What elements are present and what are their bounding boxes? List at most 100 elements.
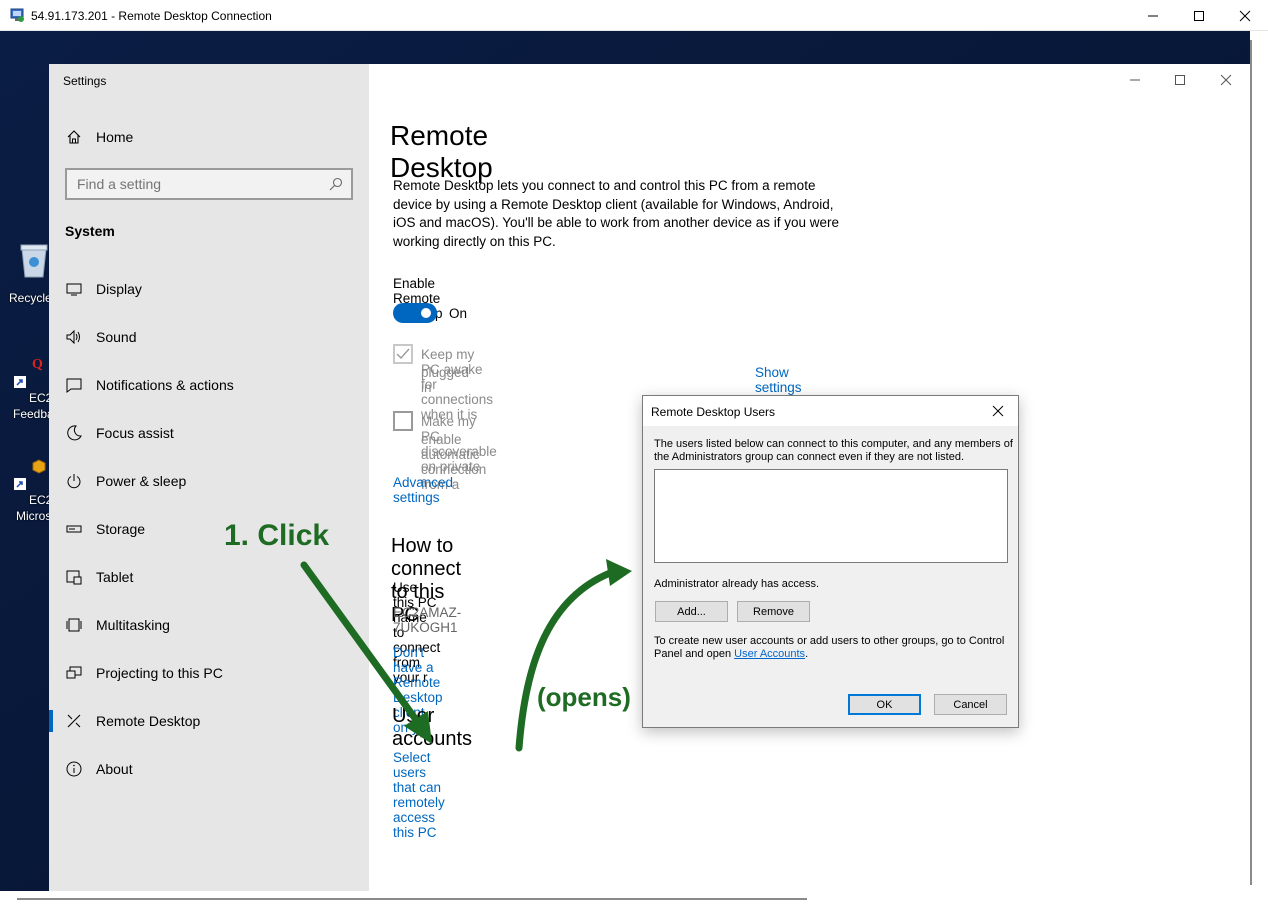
storage-icon — [65, 520, 83, 538]
rdp-horizontal-scroll-thumb[interactable] — [17, 898, 807, 900]
sidebar-item-projecting[interactable]: Projecting to this PC — [49, 653, 369, 693]
sidebar-item-remote-desktop[interactable]: Remote Desktop — [49, 701, 369, 741]
rdp-maximize-button[interactable] — [1176, 0, 1222, 31]
add-user-button[interactable]: Add... — [655, 601, 728, 622]
focus-assist-icon — [65, 424, 83, 442]
sidebar-item-label: Multitasking — [96, 617, 170, 633]
remote-desktop-users-dialog: Remote Desktop Users The users listed be… — [642, 395, 1019, 728]
settings-app-title: Settings — [63, 74, 107, 88]
create-accounts-text: To create new user accounts or add users… — [654, 635, 1005, 647]
cancel-button[interactable]: Cancel — [934, 694, 1007, 715]
rdp-minimize-button[interactable] — [1130, 0, 1176, 31]
create-accounts-text-line2: Panel and open User Accounts. — [654, 648, 808, 661]
page-title: Remote Desktop — [390, 120, 493, 183]
maximize-icon — [1175, 75, 1185, 85]
remote-desktop-description: Remote Desktop lets you connect to and c… — [393, 178, 840, 249]
dialog-description: The users listed below can connect to th… — [654, 438, 1013, 450]
remote-desktop-icon — [65, 712, 83, 730]
sidebar-item-label: Power & sleep — [96, 473, 187, 489]
sidebar-item-label: Notifications & actions — [96, 377, 234, 393]
settings-minimize-button[interactable] — [1112, 68, 1158, 92]
sound-icon — [65, 328, 83, 346]
desktop-icon-label: Recycle — [9, 291, 52, 305]
toggle-state-label: On — [449, 306, 468, 321]
create-accounts-prefix: Panel and open — [654, 648, 735, 660]
user-accounts-link[interactable]: User Accounts — [734, 648, 805, 660]
rdp-window-title: 54.91.173.201 - Remote Desktop Connectio… — [31, 9, 272, 23]
step1-annotation: 1. Click — [224, 519, 330, 552]
select-users-link[interactable]: Select users that can remotely access th… — [393, 750, 445, 840]
keep-awake-label-line2: plugged in — [421, 365, 470, 395]
settings-maximize-button[interactable] — [1157, 68, 1203, 92]
ok-button[interactable]: OK — [848, 694, 921, 715]
rdp-close-button[interactable] — [1222, 0, 1268, 31]
rdp-vertical-scroll-thumb[interactable] — [1250, 40, 1252, 885]
maximize-icon — [1194, 10, 1204, 21]
close-icon — [1220, 74, 1232, 86]
sidebar-item-label: Projecting to this PC — [96, 665, 223, 681]
sidebar-item-label: Display — [96, 281, 142, 297]
dialog-description-line2: the Administrators group can connect eve… — [654, 451, 965, 463]
toggle-knob — [421, 308, 431, 318]
close-icon — [1239, 10, 1251, 21]
search-box[interactable] — [65, 168, 353, 200]
discoverable-checkbox[interactable] — [393, 411, 413, 431]
ec2-microsoft-icon[interactable] — [31, 458, 47, 479]
search-input[interactable] — [77, 176, 317, 192]
sidebar-item-home[interactable]: Home — [49, 117, 369, 157]
sidebar-item-label: Sound — [96, 329, 137, 345]
settings-sidebar: Settings Home System Display Sound Notif… — [49, 64, 369, 891]
sidebar-item-about[interactable]: About — [49, 749, 369, 789]
shortcut-arrow-icon — [14, 375, 26, 393]
minimize-icon — [1148, 15, 1158, 16]
show-settings-link[interactable]: Show settings — [755, 365, 802, 395]
sidebar-item-power[interactable]: Power & sleep — [49, 461, 369, 501]
create-accounts-suffix: . — [805, 648, 809, 660]
settings-close-button[interactable] — [1203, 68, 1249, 92]
opens-annotation: (opens) — [537, 682, 631, 712]
dialog-title: Remote Desktop Users — [651, 405, 776, 419]
sidebar-item-focus-assist[interactable]: Focus assist — [49, 413, 369, 453]
rdp-titlebar: 54.91.173.201 - Remote Desktop Connectio… — [0, 0, 1268, 31]
home-icon — [65, 128, 83, 146]
sidebar-item-notifications[interactable]: Notifications & actions — [49, 365, 369, 405]
sidebar-item-label: Remote Desktop — [96, 713, 201, 729]
sidebar-item-label: Home — [96, 129, 134, 145]
display-icon — [65, 280, 83, 298]
keep-awake-checkbox[interactable] — [393, 344, 413, 364]
about-icon — [65, 760, 83, 778]
admin-access-text: Administrator already has access. — [654, 578, 820, 590]
system-heading: System — [65, 223, 115, 239]
recycle-bin-icon[interactable] — [18, 241, 50, 284]
sidebar-item-label: Storage — [96, 521, 146, 537]
checkmark-icon — [396, 348, 410, 360]
pc-name-value: EC2AMAZ-7UKOGH1 — [393, 605, 462, 635]
remove-user-button[interactable]: Remove — [737, 601, 810, 622]
enable-remote-desktop-toggle[interactable] — [393, 303, 437, 323]
projecting-icon — [65, 664, 83, 682]
sidebar-item-multitasking[interactable]: Multitasking — [49, 605, 369, 645]
ec2-feedback-icon[interactable]: Q — [30, 354, 48, 377]
desktop-icon-label: Micros — [16, 509, 52, 523]
sidebar-item-sound[interactable]: Sound — [49, 317, 369, 357]
minimize-icon — [1130, 79, 1140, 81]
sidebar-item-tablet[interactable]: Tablet — [49, 557, 369, 597]
sidebar-item-label: Tablet — [96, 569, 134, 585]
notifications-icon — [65, 376, 83, 394]
rdp-vertical-scrollbar[interactable] — [1250, 31, 1268, 891]
sidebar-item-label: Focus assist — [96, 425, 174, 441]
sidebar-item-display[interactable]: Display — [49, 269, 369, 309]
tablet-icon — [65, 568, 83, 586]
advanced-settings-link[interactable]: Advanced settings — [393, 475, 453, 505]
close-icon — [992, 405, 1004, 417]
multitasking-icon — [65, 616, 83, 634]
dialog-close-button[interactable] — [984, 400, 1012, 422]
rdp-app-icon — [10, 8, 24, 22]
desktop-icon-label: Feedba — [13, 407, 54, 421]
sidebar-item-label: About — [96, 761, 133, 777]
user-accounts-heading: User accounts — [392, 705, 473, 750]
search-icon — [329, 177, 343, 196]
users-listbox[interactable] — [654, 469, 1008, 563]
dialog-titlebar: Remote Desktop Users — [643, 396, 1018, 426]
svg-text:Q: Q — [32, 357, 43, 372]
